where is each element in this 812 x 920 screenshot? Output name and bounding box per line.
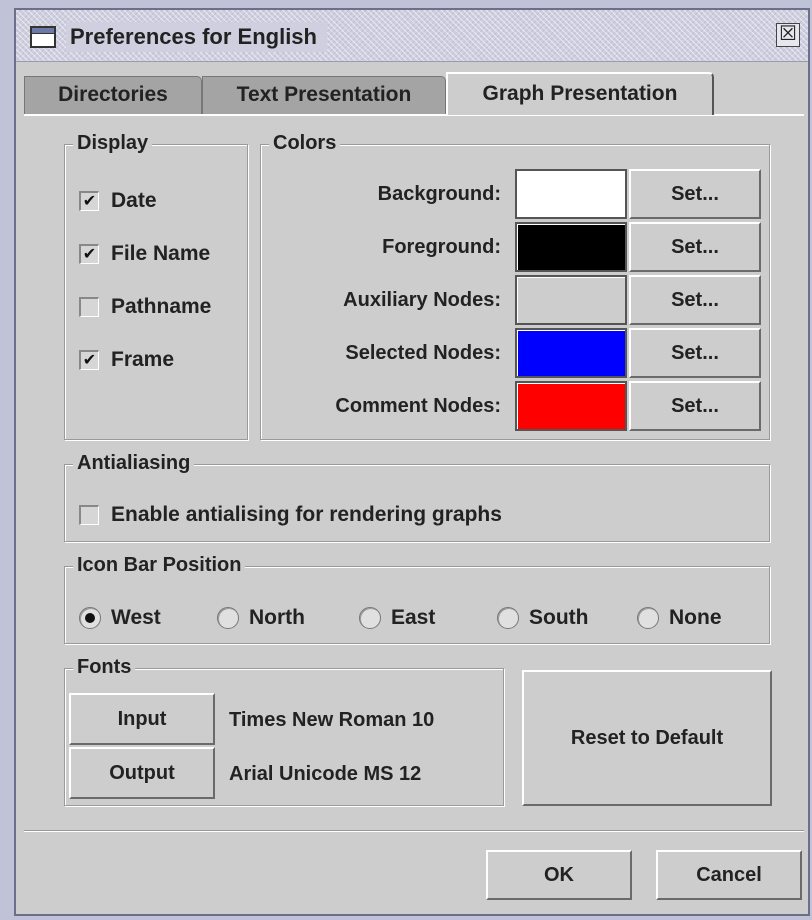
- fonts-group: Fonts Input Times New Roman 10 Output Ar…: [64, 655, 504, 806]
- pathname-label: Pathname: [111, 295, 212, 318]
- antialiasing-checkbox[interactable]: [79, 505, 99, 525]
- pathname-checkbox-row[interactable]: Pathname: [79, 293, 211, 321]
- colors-group: Colors Background: Set... Foreground: Se…: [260, 131, 770, 440]
- output-font-button[interactable]: Output: [69, 747, 215, 799]
- tab-directories[interactable]: Directories: [24, 76, 202, 114]
- foreground-set-button[interactable]: Set...: [629, 222, 761, 272]
- radio-none-button[interactable]: [637, 607, 659, 629]
- antialiasing-label: Enable antialising for rendering graphs: [111, 503, 502, 526]
- radio-north-label: North: [249, 606, 305, 629]
- frame-checkbox-row[interactable]: ✔ Frame: [79, 346, 174, 374]
- reset-to-default-button[interactable]: Reset to Default: [522, 670, 772, 806]
- file-name-checkbox[interactable]: ✔: [79, 244, 99, 264]
- auxiliary-nodes-color-label: Auxiliary Nodes:: [343, 289, 501, 311]
- close-icon[interactable]: ☒: [776, 23, 800, 47]
- antialiasing-checkbox-row[interactable]: Enable antialising for rendering graphs: [79, 501, 502, 529]
- background-set-button[interactable]: Set...: [629, 169, 761, 219]
- window-icon: [30, 26, 56, 48]
- pathname-checkbox[interactable]: [79, 297, 99, 317]
- radio-east[interactable]: East: [359, 603, 435, 633]
- output-font-value: Arial Unicode MS 12: [229, 763, 422, 785]
- preferences-dialog: Preferences for English ☒ Directories Te…: [14, 8, 810, 916]
- comment-nodes-set-button[interactable]: Set...: [629, 381, 761, 431]
- radio-none-label: None: [669, 606, 722, 629]
- selected-nodes-color-label: Selected Nodes:: [345, 342, 501, 364]
- radio-north[interactable]: North: [217, 603, 305, 633]
- radio-north-button[interactable]: [217, 607, 239, 629]
- cancel-button[interactable]: Cancel: [656, 850, 802, 900]
- icon-bar-position-title: Icon Bar Position: [73, 553, 246, 577]
- date-label: Date: [111, 189, 157, 212]
- selected-nodes-set-button[interactable]: Set...: [629, 328, 761, 378]
- radio-west-label: West: [111, 606, 161, 629]
- fonts-group-title: Fonts: [73, 655, 136, 679]
- title-bar[interactable]: Preferences for English ☒: [16, 10, 808, 62]
- date-checkbox-row[interactable]: ✔ Date: [79, 187, 157, 215]
- tab-text-presentation[interactable]: Text Presentation: [202, 76, 446, 114]
- background-color-swatch: [515, 169, 627, 219]
- radio-south-label: South: [529, 606, 589, 629]
- comment-nodes-color-label: Comment Nodes:: [335, 395, 501, 417]
- frame-checkbox[interactable]: ✔: [79, 350, 99, 370]
- auxiliary-nodes-set-button[interactable]: Set...: [629, 275, 761, 325]
- radio-west[interactable]: West: [79, 603, 161, 633]
- radio-south-button[interactable]: [497, 607, 519, 629]
- file-name-label: File Name: [111, 242, 211, 265]
- radio-none[interactable]: None: [637, 603, 722, 633]
- selected-nodes-color-swatch: [515, 328, 627, 378]
- window-title: Preferences for English: [66, 22, 327, 52]
- frame-label: Frame: [111, 348, 175, 371]
- date-checkbox[interactable]: ✔: [79, 191, 99, 211]
- comment-nodes-color-swatch: [515, 381, 627, 431]
- radio-east-label: East: [391, 606, 436, 629]
- auxiliary-nodes-color-swatch: [515, 275, 627, 325]
- footer-separator-highlight: [24, 831, 804, 832]
- radio-south[interactable]: South: [497, 603, 588, 633]
- file-name-checkbox-row[interactable]: ✔ File Name: [79, 240, 210, 268]
- foreground-color-swatch: [515, 222, 627, 272]
- foreground-color-label: Foreground:: [382, 236, 501, 258]
- input-font-button[interactable]: Input: [69, 693, 215, 745]
- tab-graph-presentation[interactable]: Graph Presentation: [446, 72, 714, 115]
- icon-bar-position-group: Icon Bar Position West North East South …: [64, 553, 770, 644]
- display-group: Display ✔ Date ✔ File Name Pathname ✔ Fr…: [64, 131, 248, 440]
- colors-group-title: Colors: [269, 131, 341, 155]
- radio-west-button[interactable]: [79, 607, 101, 629]
- input-font-value: Times New Roman 10: [229, 709, 435, 731]
- background-color-label: Background:: [377, 183, 501, 205]
- antialiasing-group: Antialiasing Enable antialising for rend…: [64, 451, 770, 542]
- radio-east-button[interactable]: [359, 607, 381, 629]
- tab-bar: Directories Text Presentation Graph Pres…: [24, 72, 804, 115]
- ok-button[interactable]: OK: [486, 850, 632, 900]
- display-group-title: Display: [73, 131, 153, 155]
- antialiasing-group-title: Antialiasing: [73, 451, 195, 475]
